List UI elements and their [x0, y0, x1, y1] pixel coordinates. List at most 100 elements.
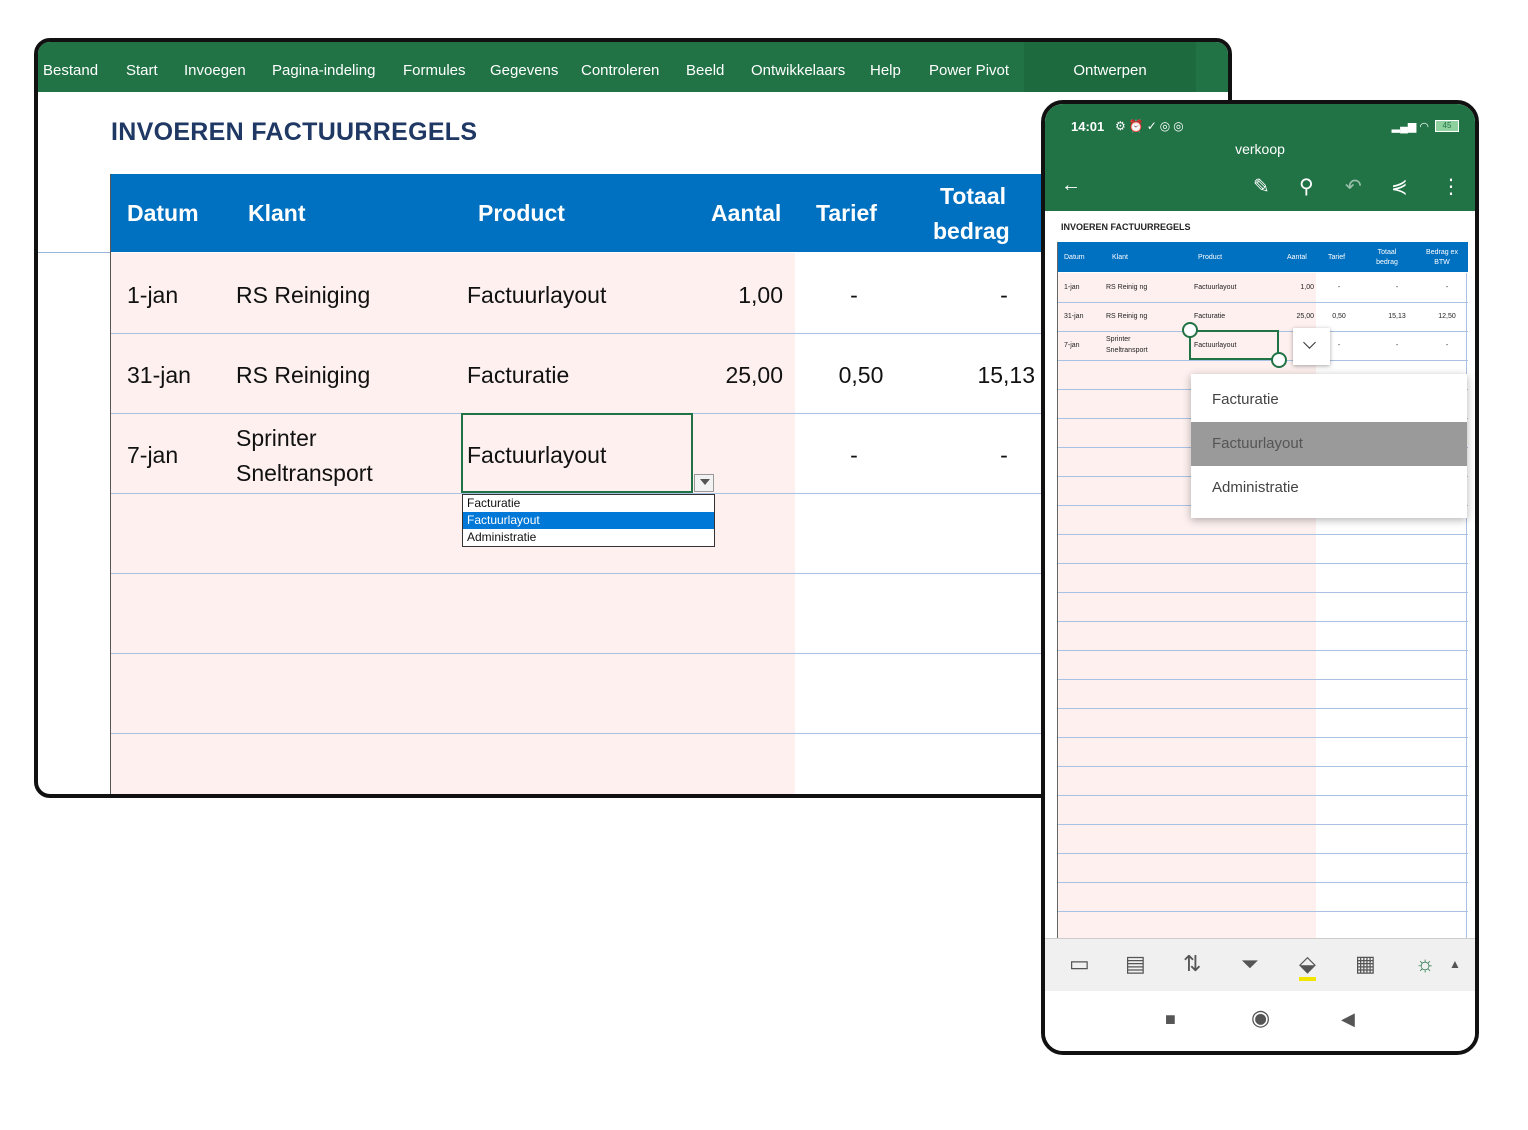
- cell-klant[interactable]: Sprinter: [1106, 335, 1131, 344]
- table-format-icon[interactable]: ▤: [1125, 951, 1146, 977]
- cell-totaal[interactable]: 15,13: [941, 358, 1035, 393]
- phone-dropdown-button[interactable]: [1293, 328, 1330, 365]
- cell-tarief[interactable]: 0,50: [818, 358, 904, 393]
- cell-totaal[interactable]: -: [961, 438, 1047, 473]
- header-totaal[interactable]: Totaal: [940, 179, 1006, 213]
- phone-excel-app: 14:01 ⚙⏰✓◎◎ ▂▄▆ ◠ 45 verkoop ← ✎ ⚲ ↶ ⋞ ⋮…: [1041, 100, 1479, 1055]
- row-divider: [1058, 621, 1468, 622]
- sort-icon[interactable]: ⇅: [1183, 951, 1201, 977]
- cell-aantal[interactable]: 25,00: [671, 358, 783, 393]
- cell-product[interactable]: Factuurlayout: [467, 278, 606, 313]
- cell-product[interactable]: Factuurlayout: [1194, 283, 1236, 292]
- cell-product[interactable]: Facturatie: [1194, 312, 1225, 321]
- selection-handle-top[interactable]: [1182, 322, 1198, 338]
- recent-apps-icon[interactable]: ■: [1165, 1009, 1176, 1030]
- draw-pen-icon[interactable]: ✎: [1253, 174, 1270, 199]
- menu-option-administratie[interactable]: Administratie: [1191, 466, 1467, 510]
- tab-gegevens[interactable]: Gegevens: [490, 62, 558, 79]
- fill-color-icon[interactable]: ⬙: [1299, 951, 1316, 981]
- back-arrow-icon[interactable]: ←: [1061, 174, 1081, 197]
- cell-totaal[interactable]: 15,13: [1382, 312, 1412, 321]
- cell-datum[interactable]: 1-jan: [1064, 283, 1080, 292]
- tab-power-pivot[interactable]: Power Pivot: [929, 62, 1009, 79]
- cell-totaal[interactable]: -: [961, 278, 1047, 313]
- cell-tarief[interactable]: -: [1324, 283, 1354, 292]
- header-btw: BTW: [1434, 259, 1450, 266]
- filter-icon[interactable]: ⏷: [1241, 951, 1259, 977]
- expand-toolbar-icon[interactable]: ▲: [1449, 957, 1461, 971]
- cell-klant[interactable]: RS Reiniging: [236, 358, 370, 393]
- tab-ontwikkelaars[interactable]: Ontwikkelaars: [751, 62, 845, 79]
- tab-start[interactable]: Start: [126, 62, 158, 79]
- header-klant[interactable]: Klant: [1112, 253, 1128, 262]
- search-icon[interactable]: ⚲: [1299, 174, 1314, 199]
- cell-totaal[interactable]: -: [1382, 341, 1412, 350]
- validation-dropdown-list[interactable]: Facturatie Factuurlayout Administratie: [462, 494, 715, 547]
- cell-datum[interactable]: 1-jan: [127, 278, 178, 313]
- header-tarief[interactable]: Tarief: [1328, 253, 1345, 262]
- cell-tarief[interactable]: 0,50: [1324, 312, 1354, 321]
- cell-bedrag[interactable]: 12,50: [1432, 312, 1462, 321]
- cell-product[interactable]: Facturatie: [467, 358, 569, 393]
- tab-formules[interactable]: Formules: [403, 62, 466, 79]
- dropdown-option-factuurlayout[interactable]: Factuurlayout: [463, 512, 714, 529]
- dropdown-option-facturatie[interactable]: Facturatie: [463, 495, 714, 512]
- cell-datum[interactable]: 7-jan: [1064, 341, 1080, 350]
- cell-klant[interactable]: RS Reiniging: [236, 278, 370, 313]
- cell-klant[interactable]: Sprinter: [236, 421, 317, 456]
- lightbulb-icon[interactable]: ☼: [1415, 951, 1435, 977]
- row-divider: [1058, 766, 1468, 767]
- tab-pagina-indeling[interactable]: Pagina-indeling: [272, 62, 375, 79]
- tab-bestand[interactable]: Bestand: [43, 62, 98, 79]
- phone-bottom-toolbar: ▭ ▤ ⇅ ⏷ ⬙ ▦ ☼ ▲: [1045, 938, 1475, 991]
- tab-beeld[interactable]: Beeld: [686, 62, 724, 79]
- row-divider: [1058, 911, 1468, 912]
- cell-tarief[interactable]: -: [811, 438, 897, 473]
- share-icon[interactable]: ⋞: [1391, 174, 1408, 199]
- file-name: verkoop: [1235, 141, 1285, 157]
- tab-ontwerpen[interactable]: Ontwerpen: [1024, 42, 1196, 92]
- header-datum[interactable]: Datum: [127, 196, 199, 230]
- header-product[interactable]: Product: [478, 196, 565, 230]
- menu-option-facturatie[interactable]: Facturatie: [1191, 378, 1467, 422]
- cell-aantal[interactable]: 1,00: [671, 278, 783, 313]
- back-icon[interactable]: ◀: [1341, 1009, 1355, 1030]
- cell-aantal[interactable]: 1,00: [1278, 283, 1314, 292]
- dropdown-option-administratie[interactable]: Administratie: [463, 529, 714, 546]
- menu-option-factuurlayout[interactable]: Factuurlayout: [1191, 422, 1467, 466]
- cell-aantal[interactable]: 25,00: [1278, 312, 1314, 321]
- dropdown-arrow-button[interactable]: [694, 474, 714, 492]
- cell-bedrag[interactable]: -: [1432, 283, 1462, 292]
- cell-totaal[interactable]: -: [1382, 283, 1412, 292]
- cell-datum[interactable]: 31-jan: [127, 358, 191, 393]
- header-klant[interactable]: Klant: [248, 196, 306, 230]
- more-options-icon[interactable]: ⋮: [1441, 174, 1461, 199]
- header-aantal[interactable]: Aantal: [1287, 253, 1307, 262]
- active-cell-selection[interactable]: [461, 413, 693, 493]
- header-tarief[interactable]: Tarief: [816, 196, 877, 230]
- undo-icon[interactable]: ↶: [1345, 174, 1362, 199]
- table-settings-icon[interactable]: ▦: [1355, 951, 1376, 977]
- cell-klant[interactable]: RS Reinig ng: [1106, 283, 1147, 292]
- signal-wifi-icon: ▂▄▆ ◠: [1391, 121, 1429, 133]
- comment-icon[interactable]: ▭: [1069, 951, 1090, 977]
- tab-controleren[interactable]: Controleren: [581, 62, 659, 79]
- home-icon[interactable]: ◉: [1251, 1005, 1270, 1031]
- tab-help[interactable]: Help: [870, 62, 901, 79]
- header-datum[interactable]: Datum: [1064, 253, 1085, 262]
- phone-dropdown-menu[interactable]: Facturatie Factuurlayout Administratie: [1191, 374, 1467, 518]
- cell-datum[interactable]: 7-jan: [127, 438, 178, 473]
- row-divider: [1058, 824, 1468, 825]
- status-time: 14:01: [1071, 119, 1105, 134]
- cell-datum[interactable]: 31-jan: [1064, 312, 1083, 321]
- phone-active-cell-selection[interactable]: [1189, 330, 1279, 360]
- header-bedrag-ex[interactable]: Bedrag ex: [1420, 248, 1464, 257]
- header-aantal[interactable]: Aantal: [711, 196, 781, 230]
- cell-klant[interactable]: RS Reinig ng: [1106, 312, 1147, 321]
- cell-bedrag[interactable]: -: [1432, 341, 1462, 350]
- cell-tarief[interactable]: -: [811, 278, 897, 313]
- selection-handle-bottom[interactable]: [1271, 352, 1287, 368]
- header-product[interactable]: Product: [1198, 253, 1222, 262]
- header-totaal[interactable]: Totaal: [1370, 248, 1404, 257]
- tab-invoegen[interactable]: Invoegen: [184, 62, 246, 79]
